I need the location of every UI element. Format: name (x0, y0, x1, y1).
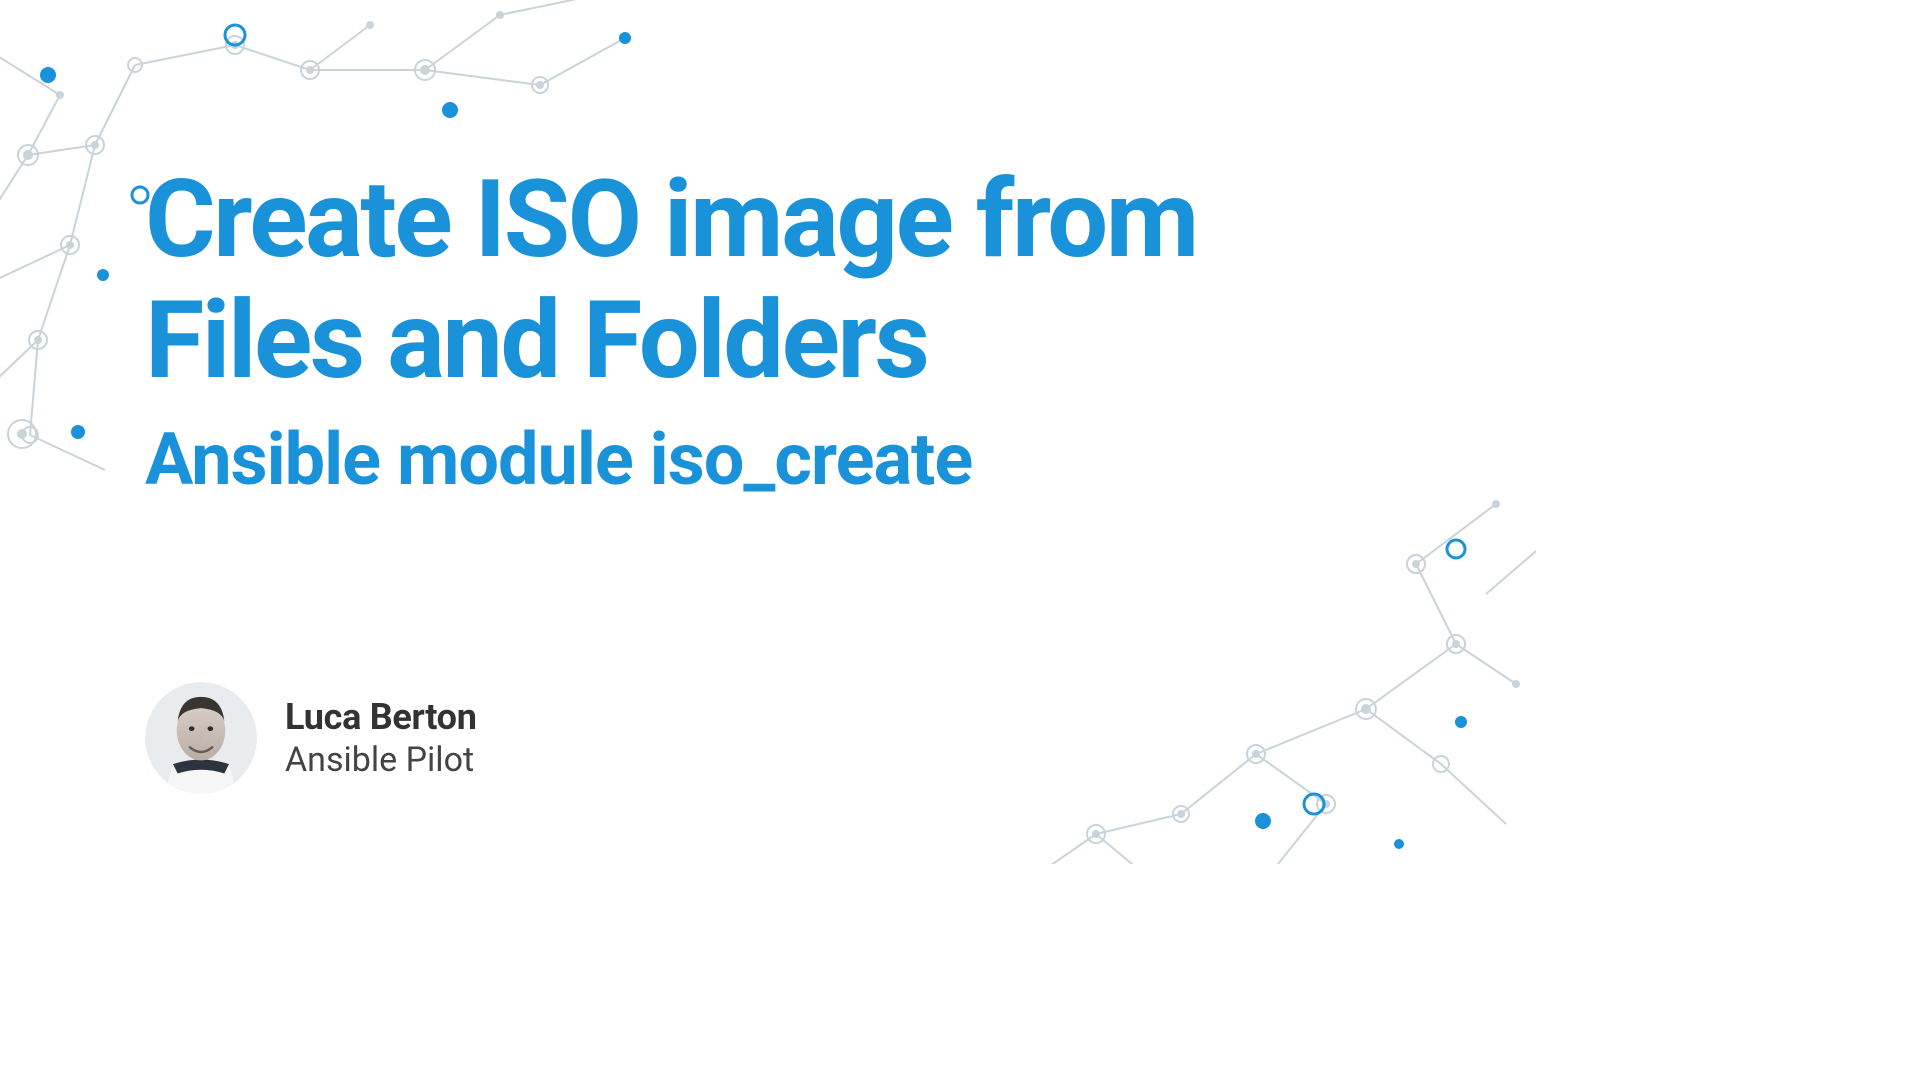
author-avatar (145, 682, 257, 794)
author-role: Ansible Pilot (285, 740, 477, 780)
network-decoration-bottom-right (896, 484, 1536, 864)
author-text: Luca Berton Ansible Pilot (285, 696, 477, 780)
slide-title: Create ISO image from Files and Folders (145, 160, 1391, 402)
slide-container: Create ISO image from Files and Folders … (0, 0, 1536, 864)
author-name: Luca Berton (285, 696, 477, 738)
slide-subtitle: Ansible module iso_create (145, 417, 1391, 503)
author-block: Luca Berton Ansible Pilot (145, 682, 1391, 794)
